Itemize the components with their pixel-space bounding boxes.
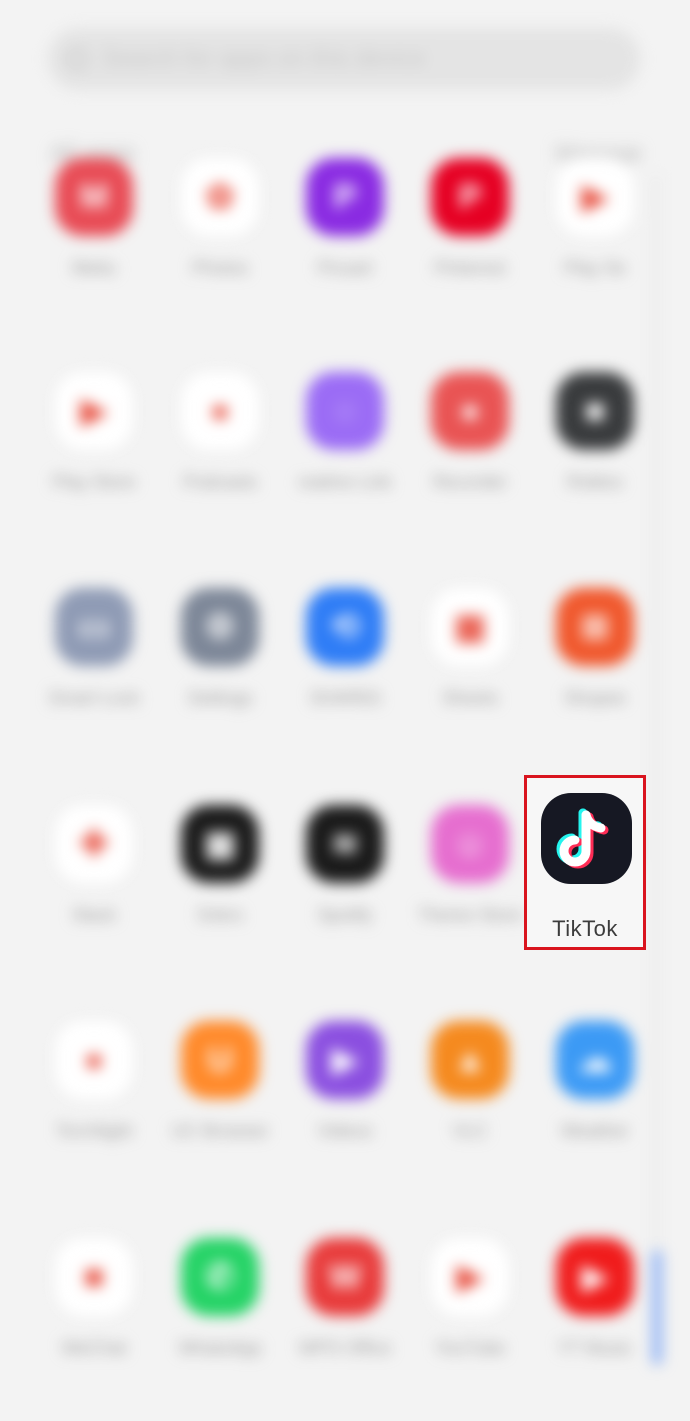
- search-bar[interactable]: Search for apps on this device: [48, 28, 640, 90]
- app-label: SHAREit: [309, 688, 381, 708]
- app-icon: ●: [431, 372, 509, 450]
- app-icon: ⟲: [306, 588, 384, 666]
- app-label: Weather: [561, 1121, 629, 1141]
- app-icon: ⚙: [181, 588, 259, 666]
- app-photos[interactable]: ✿ Photos: [156, 158, 284, 279]
- app-label: Theme Store: [417, 905, 523, 925]
- tiktok-label: TikTok: [552, 916, 618, 941]
- app-icon: ✚: [55, 805, 133, 883]
- app-settings[interactable]: ⚙ Settings: [156, 588, 284, 709]
- app-whatsapp[interactable]: ✆ WhatsApp: [156, 1238, 284, 1359]
- app-label: Play Store: [52, 472, 136, 492]
- app-icon: ▦: [181, 805, 259, 883]
- app-uc-browser[interactable]: U UC Browser: [156, 1021, 284, 1142]
- app-torchlight[interactable]: ● Torchlight: [30, 1021, 158, 1142]
- app-label: Podcasts: [182, 472, 258, 492]
- app-label: YouTube: [434, 1338, 506, 1358]
- app-label: Snkrs: [196, 905, 243, 925]
- tiktok-highlight-box: TikTok: [524, 775, 646, 950]
- app-snkrs[interactable]: ▦ Snkrs: [156, 805, 284, 926]
- app-icon: ▶: [55, 372, 133, 450]
- app-play-store[interactable]: ▶ Play Store: [30, 372, 158, 493]
- app-label: Slack: [71, 905, 116, 925]
- app-label: Photos: [191, 258, 249, 278]
- app-play-se[interactable]: ▶ Play Se: [531, 158, 659, 279]
- app-smart-lock[interactable]: ▭ Smart Lock: [30, 588, 158, 709]
- app-label: realme Link: [298, 472, 392, 492]
- app-icon: P: [431, 158, 509, 236]
- app-yt-music[interactable]: ▶ YT Music: [531, 1238, 659, 1359]
- app-icon: W: [306, 1238, 384, 1316]
- app-icon: ▦: [431, 588, 509, 666]
- app-sheets[interactable]: ▦ Sheets: [406, 588, 534, 709]
- app-label: Pinterest: [434, 258, 506, 278]
- app-slack[interactable]: ✚ Slack: [30, 805, 158, 926]
- app-wps-office[interactable]: W WPS Office: [281, 1238, 409, 1359]
- search-placeholder: Search for apps on this device: [102, 45, 425, 72]
- app-icon: ▶: [556, 158, 634, 236]
- app-shareit[interactable]: ⟲ SHAREit: [281, 588, 409, 709]
- app-videos[interactable]: ▶ Videos: [281, 1021, 409, 1142]
- app-icon: ●: [181, 372, 259, 450]
- app-icon: ▶: [306, 1021, 384, 1099]
- app-icon: M: [55, 158, 133, 236]
- app-icon: ▶: [556, 1238, 634, 1316]
- app-roblox[interactable]: ■ Roblox: [531, 372, 659, 493]
- app-realme-link[interactable]: ◌ realme Link: [281, 372, 409, 493]
- app-label: Smart Lock: [48, 688, 140, 708]
- app-theme-store[interactable]: ☺ Theme Store: [406, 805, 534, 926]
- app-icon: ✆: [181, 1238, 259, 1316]
- app-wechat[interactable]: ■ WeChat: [30, 1238, 158, 1359]
- app-icon: U: [181, 1021, 259, 1099]
- app-icon: P: [306, 158, 384, 236]
- app-label: Torchlight: [55, 1121, 133, 1141]
- app-label: Videos: [317, 1121, 373, 1141]
- app-icon: ▭: [55, 588, 133, 666]
- app-icon: ▲: [431, 1021, 509, 1099]
- app-icon: ☁: [556, 1021, 634, 1099]
- app-label: UC Browser: [171, 1121, 269, 1141]
- app-youtube[interactable]: ▶ YouTube: [406, 1238, 534, 1359]
- app-icon: ▶: [431, 1238, 509, 1316]
- app-label: VLC: [452, 1121, 488, 1141]
- app-label: WPS Office: [298, 1338, 392, 1358]
- app-icon: ✿: [181, 158, 259, 236]
- app-icon: ■: [556, 372, 634, 450]
- blurred-app-drawer: Search for apps on this device All apps …: [0, 0, 690, 1421]
- app-label: WhatsApp: [178, 1338, 262, 1358]
- app-podcasts[interactable]: ● Podcasts: [156, 372, 284, 493]
- app-label: Recorder: [432, 472, 508, 492]
- app-label: Spotify: [317, 905, 373, 925]
- app-icon: ■: [55, 1238, 133, 1316]
- app-label: YT Music: [557, 1338, 633, 1358]
- app-icon: ≋: [306, 805, 384, 883]
- app-label: WeChat: [61, 1338, 127, 1358]
- app-spotify[interactable]: ≋ Spotify: [281, 805, 409, 926]
- app-weather[interactable]: ☁ Weather: [531, 1021, 659, 1142]
- app-picsart[interactable]: P Picsart: [281, 158, 409, 279]
- app-label: Picsart: [317, 258, 373, 278]
- app-vlc[interactable]: ▲ VLC: [406, 1021, 534, 1142]
- app-icon: ◌: [306, 372, 384, 450]
- scrollbar-track: [654, 175, 658, 1365]
- tiktok-note-icon: [556, 808, 609, 869]
- app-icon: ☺: [431, 805, 509, 883]
- app-icon: ⊞: [556, 588, 634, 666]
- app-pinterest[interactable]: P Pinterest: [406, 158, 534, 279]
- search-icon: [66, 48, 88, 70]
- app-recorder[interactable]: ● Recorder: [406, 372, 534, 493]
- tiktok-app-icon[interactable]: [541, 793, 632, 884]
- app-label: Roblox: [566, 472, 624, 492]
- app-meitu[interactable]: M Meitu: [30, 158, 158, 279]
- app-icon: ●: [55, 1021, 133, 1099]
- app-shopee[interactable]: ⊞ Shopee: [531, 588, 659, 709]
- app-label: Sheets: [441, 688, 499, 708]
- app-label: Meitu: [71, 258, 116, 278]
- app-label: Play Se: [563, 258, 627, 278]
- app-label: Shopee: [563, 688, 627, 708]
- app-label: Settings: [187, 688, 253, 708]
